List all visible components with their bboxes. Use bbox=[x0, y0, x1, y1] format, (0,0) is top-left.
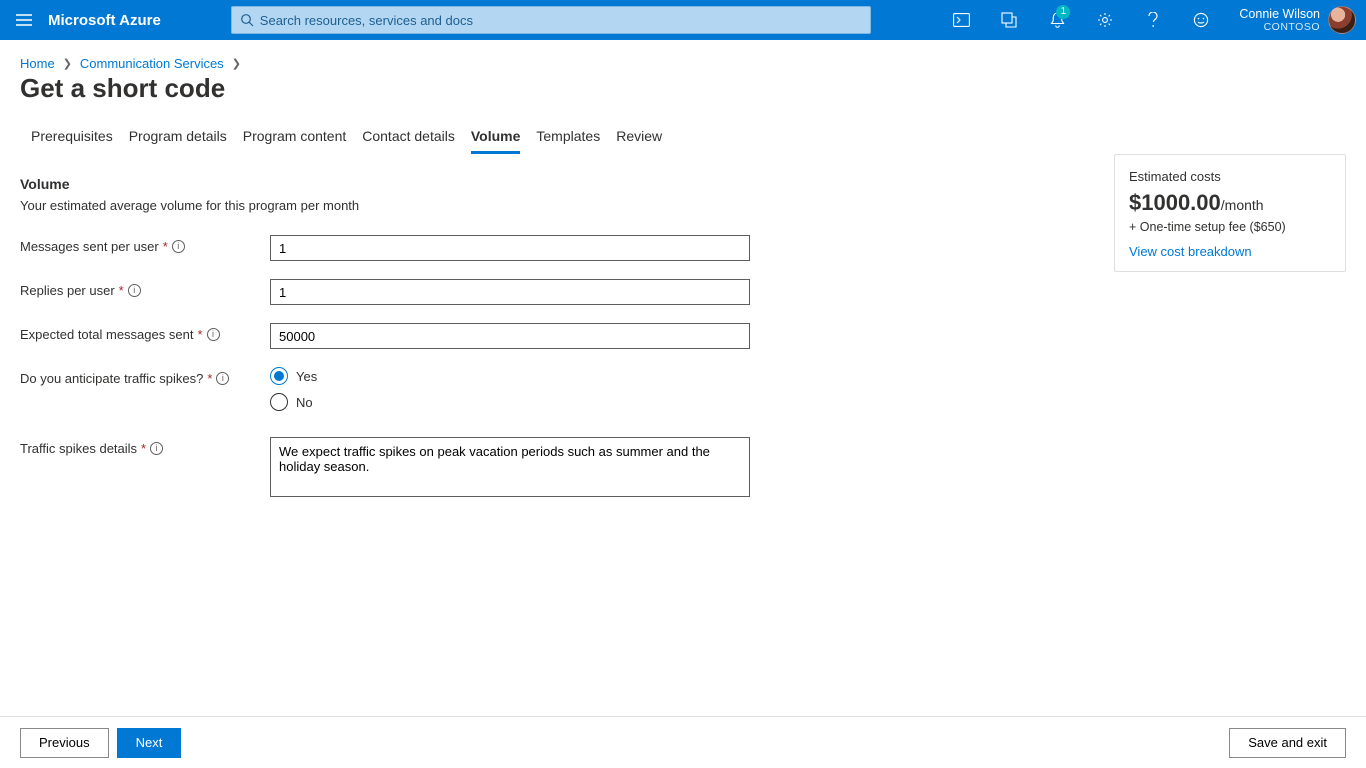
account-tenant: CONTOSO bbox=[1239, 21, 1320, 33]
breadcrumb-home[interactable]: Home bbox=[20, 56, 55, 71]
help-button[interactable] bbox=[1129, 0, 1177, 40]
replies-input[interactable] bbox=[270, 279, 750, 305]
search-container bbox=[231, 6, 871, 34]
messages-sent-label: Messages sent per user * i bbox=[20, 235, 270, 254]
breadcrumb: Home ❯ Communication Services ❯ bbox=[0, 40, 1366, 73]
cost-title: Estimated costs bbox=[1129, 169, 1331, 184]
topbar-actions: 1 bbox=[937, 0, 1225, 40]
directory-filter-button[interactable] bbox=[985, 0, 1033, 40]
cost-setup-fee: + One-time setup fee ($650) bbox=[1129, 220, 1331, 234]
global-search[interactable] bbox=[231, 6, 871, 34]
menu-icon bbox=[16, 14, 32, 26]
expected-total-input[interactable] bbox=[270, 323, 750, 349]
info-icon[interactable]: i bbox=[150, 442, 163, 455]
top-bar: Microsoft Azure 1 Connie Wilson C bbox=[0, 0, 1366, 40]
estimated-costs-card: Estimated costs $1000.00/month + One-tim… bbox=[1114, 154, 1346, 272]
info-icon[interactable]: i bbox=[128, 284, 141, 297]
radio-icon bbox=[270, 367, 288, 385]
feedback-icon bbox=[1193, 12, 1209, 28]
radio-icon bbox=[270, 393, 288, 411]
tab-review[interactable]: Review bbox=[616, 122, 662, 154]
help-icon bbox=[1148, 12, 1158, 28]
form-content: Volume Your estimated average volume for… bbox=[0, 154, 1366, 500]
previous-button[interactable]: Previous bbox=[20, 728, 109, 758]
spikes-radio-yes[interactable]: Yes bbox=[270, 367, 750, 385]
info-icon[interactable]: i bbox=[172, 240, 185, 253]
info-icon[interactable]: i bbox=[207, 328, 220, 341]
view-cost-breakdown-link[interactable]: View cost breakdown bbox=[1129, 244, 1252, 259]
tab-prerequisites[interactable]: Prerequisites bbox=[31, 122, 113, 154]
feedback-button[interactable] bbox=[1177, 0, 1225, 40]
settings-button[interactable] bbox=[1081, 0, 1129, 40]
save-and-exit-button[interactable]: Save and exit bbox=[1229, 728, 1346, 758]
wizard-tabs: Prerequisites Program details Program co… bbox=[11, 122, 1366, 154]
account-name: Connie Wilson bbox=[1239, 7, 1320, 21]
avatar bbox=[1328, 6, 1356, 34]
expected-total-label: Expected total messages sent * i bbox=[20, 323, 270, 342]
hamburger-menu[interactable] bbox=[0, 0, 48, 40]
filter-icon bbox=[1001, 12, 1017, 28]
spikes-radio-no[interactable]: No bbox=[270, 393, 750, 411]
gear-icon bbox=[1097, 12, 1113, 28]
replies-label: Replies per user * i bbox=[20, 279, 270, 298]
chevron-right-icon: ❯ bbox=[63, 57, 72, 70]
tab-contact-details[interactable]: Contact details bbox=[362, 122, 455, 154]
tab-program-content[interactable]: Program content bbox=[243, 122, 347, 154]
brand-label: Microsoft Azure bbox=[48, 12, 181, 29]
next-button[interactable]: Next bbox=[117, 728, 182, 758]
spikes-details-textarea[interactable] bbox=[270, 437, 750, 497]
tab-templates[interactable]: Templates bbox=[536, 122, 600, 154]
cost-amount: $1000.00/month bbox=[1129, 190, 1331, 216]
search-input[interactable] bbox=[260, 13, 862, 28]
spikes-details-label: Traffic spikes details* i bbox=[20, 437, 270, 456]
account-menu[interactable]: Connie Wilson CONTOSO bbox=[1225, 6, 1366, 34]
cloud-shell-icon bbox=[953, 13, 970, 27]
page-title: Get a short code bbox=[0, 73, 1366, 122]
traffic-spikes-label: Do you anticipate traffic spikes?* i bbox=[20, 367, 270, 386]
tab-program-details[interactable]: Program details bbox=[129, 122, 227, 154]
messages-sent-input[interactable] bbox=[270, 235, 750, 261]
notifications-button[interactable]: 1 bbox=[1033, 0, 1081, 40]
wizard-footer: Previous Next Save and exit bbox=[0, 716, 1366, 768]
breadcrumb-communication-services[interactable]: Communication Services bbox=[80, 56, 224, 71]
tab-volume[interactable]: Volume bbox=[471, 122, 521, 154]
info-icon[interactable]: i bbox=[216, 372, 229, 385]
chevron-right-icon: ❯ bbox=[232, 57, 241, 70]
search-icon bbox=[240, 13, 254, 27]
cloud-shell-button[interactable] bbox=[937, 0, 985, 40]
notification-badge: 1 bbox=[1056, 5, 1070, 19]
